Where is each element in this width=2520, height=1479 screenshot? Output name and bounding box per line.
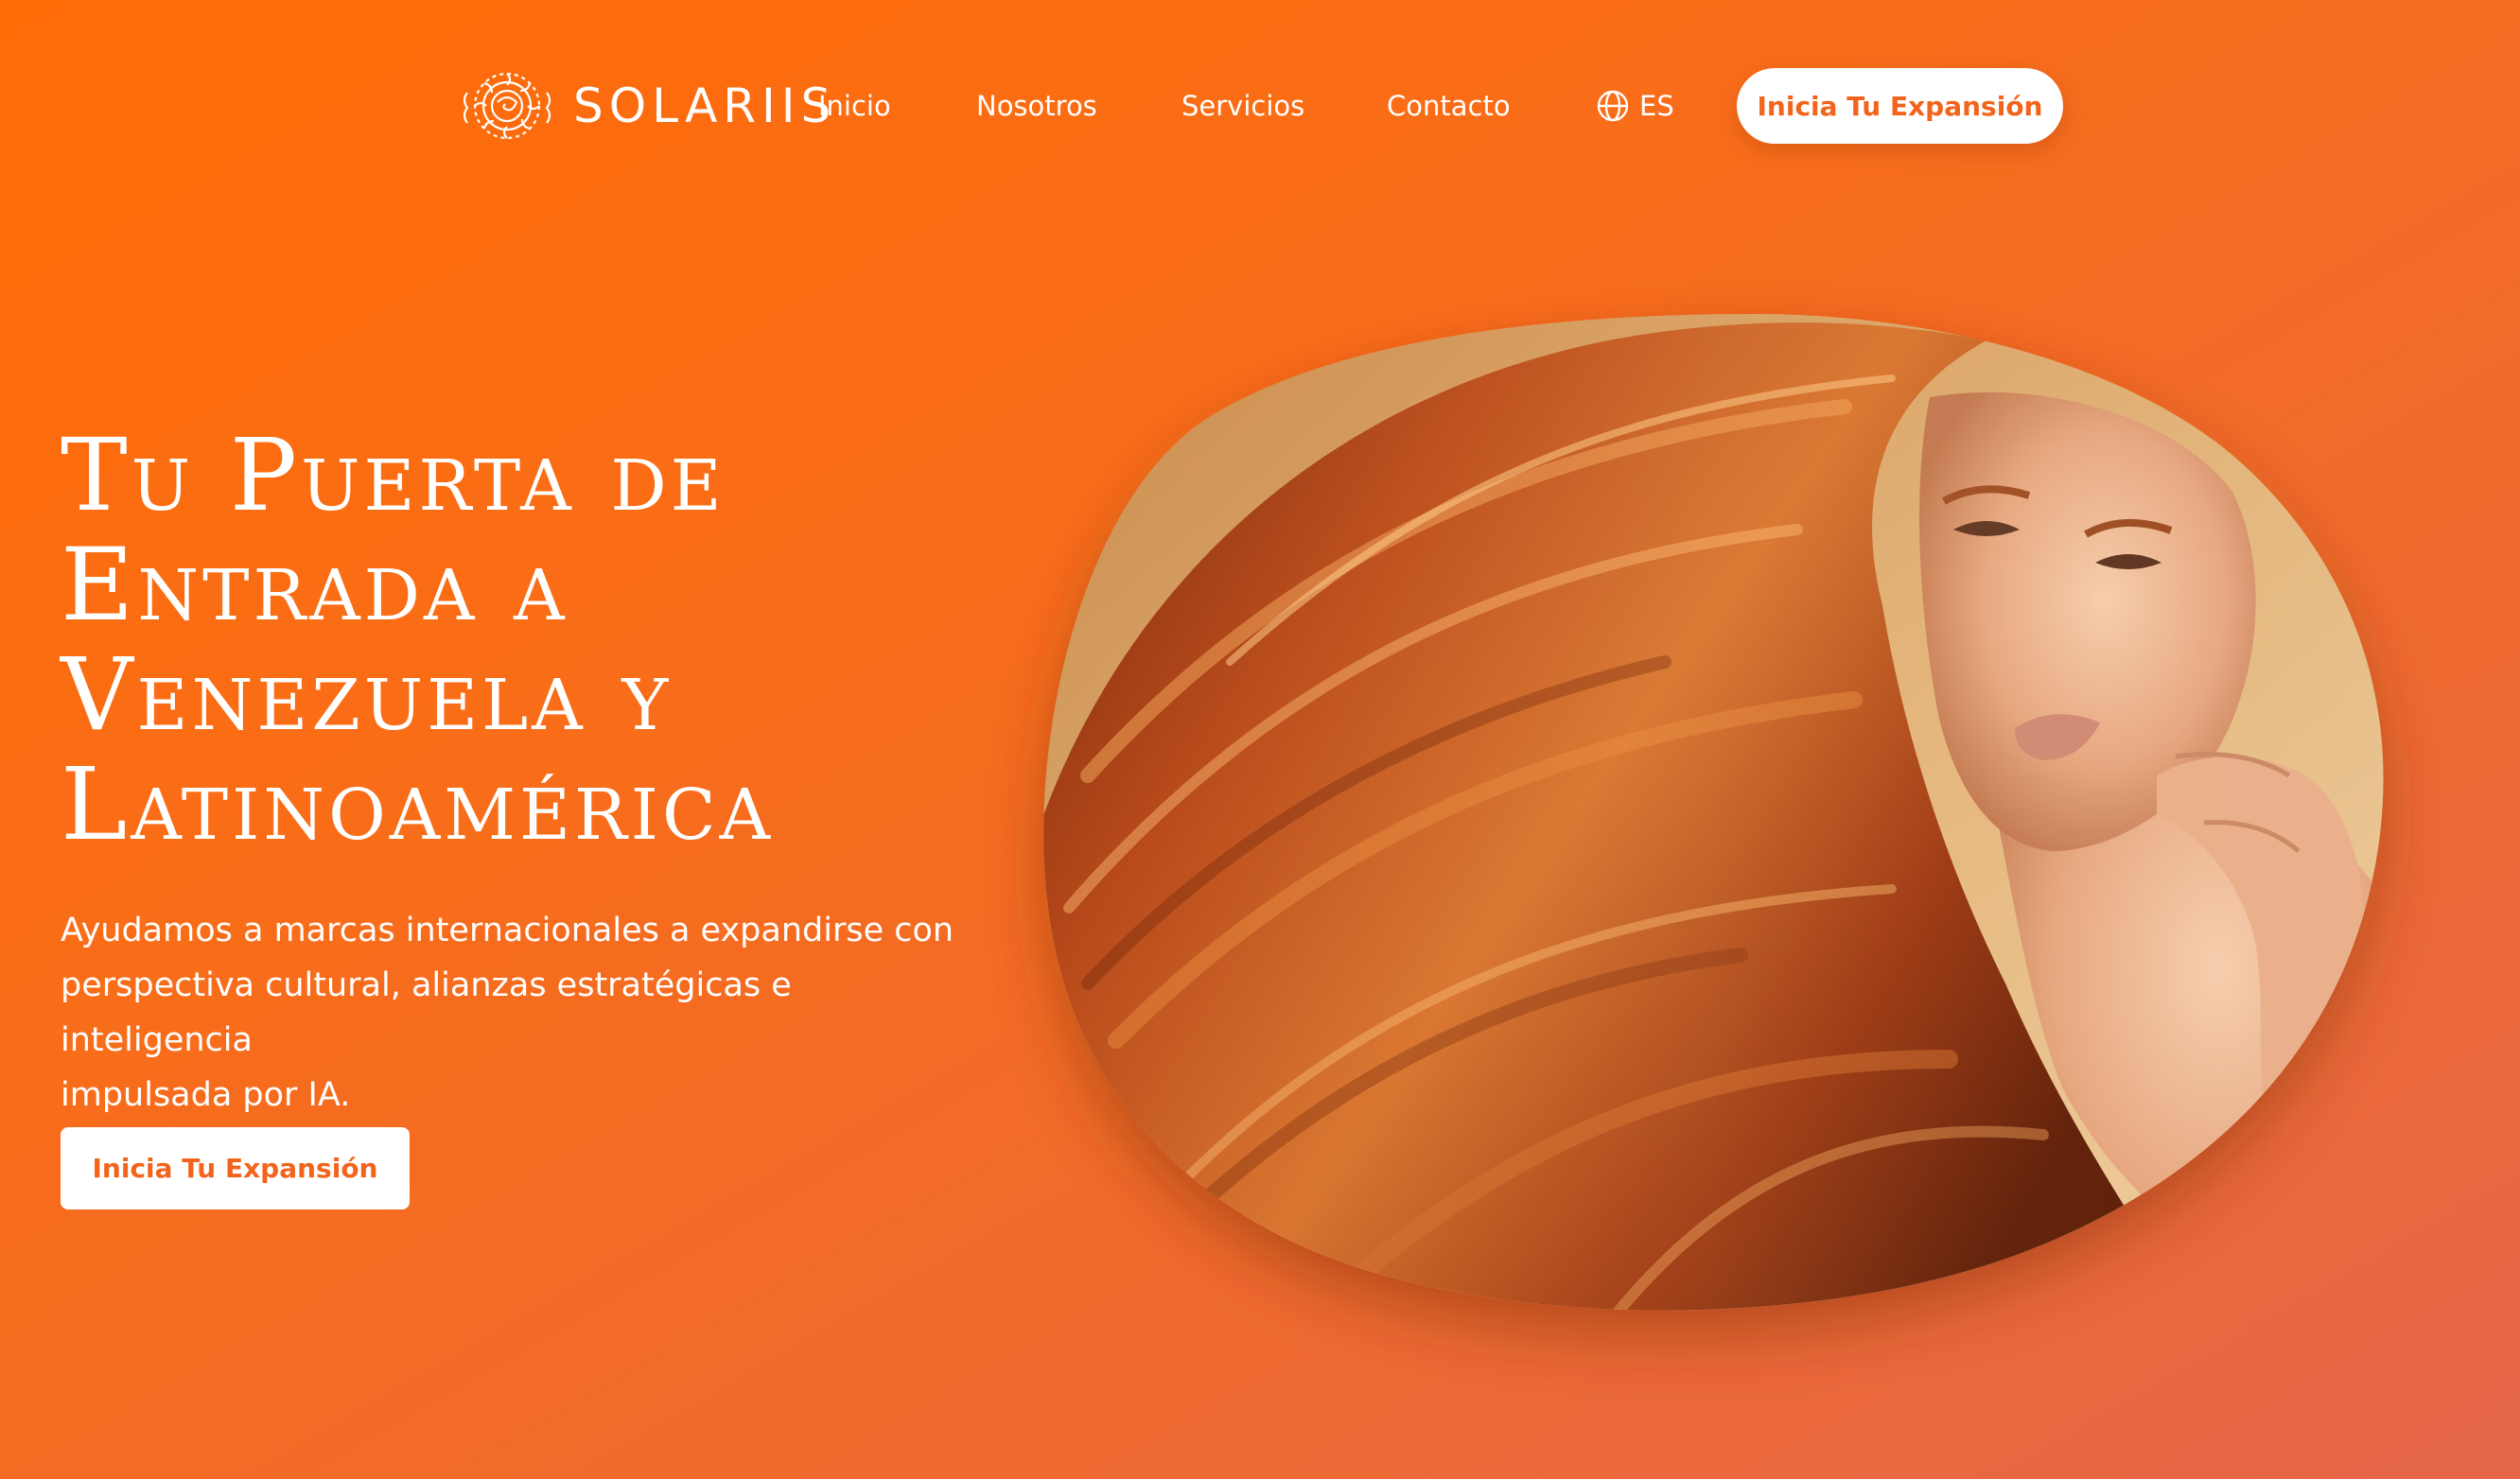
nav-link-inicio[interactable]: Inicio: [818, 87, 891, 125]
nav-link-contacto[interactable]: Contacto: [1387, 87, 1511, 125]
brand-logo[interactable]: SOLARIIS: [454, 64, 836, 148]
hero-cta-button[interactable]: Inicia Tu Expansión: [61, 1127, 410, 1209]
hero-subtitle-line: Ayudamos a marcas internacionales a expa…: [61, 912, 954, 949]
nav-cta-button[interactable]: Inicia Tu Expansión: [1737, 68, 2063, 144]
hero-subtitle: Ayudamos a marcas internacionales a expa…: [61, 903, 988, 1122]
hero-subtitle-line: impulsada por IA.: [61, 1076, 351, 1114]
hero-subtitle-line: perspectiva cultural, alianzas estratégi…: [61, 966, 792, 1059]
language-selector[interactable]: ES: [1596, 87, 1674, 125]
sun-mandala-icon: [463, 72, 551, 140]
globe-icon: [1597, 90, 1629, 122]
language-label: ES: [1639, 90, 1674, 122]
hero-title: Tu Puerta de Entrada a Venezuela y Latin…: [61, 421, 1006, 860]
nav-link-nosotros[interactable]: Nosotros: [976, 87, 1097, 125]
hero-title-line: Tu Puerta de: [61, 417, 726, 533]
nav-link-servicios[interactable]: Servicios: [1181, 87, 1304, 125]
hero-title-line: Entrada a: [61, 527, 569, 643]
hero-title-line: Venezuela y: [61, 636, 673, 753]
hero-title-line: Latinoamérica: [61, 746, 775, 862]
top-navigation: SOLARIIS Inicio Nosotros Servicios Conta…: [0, 0, 2520, 213]
brand-name: SOLARIIS: [573, 78, 837, 133]
